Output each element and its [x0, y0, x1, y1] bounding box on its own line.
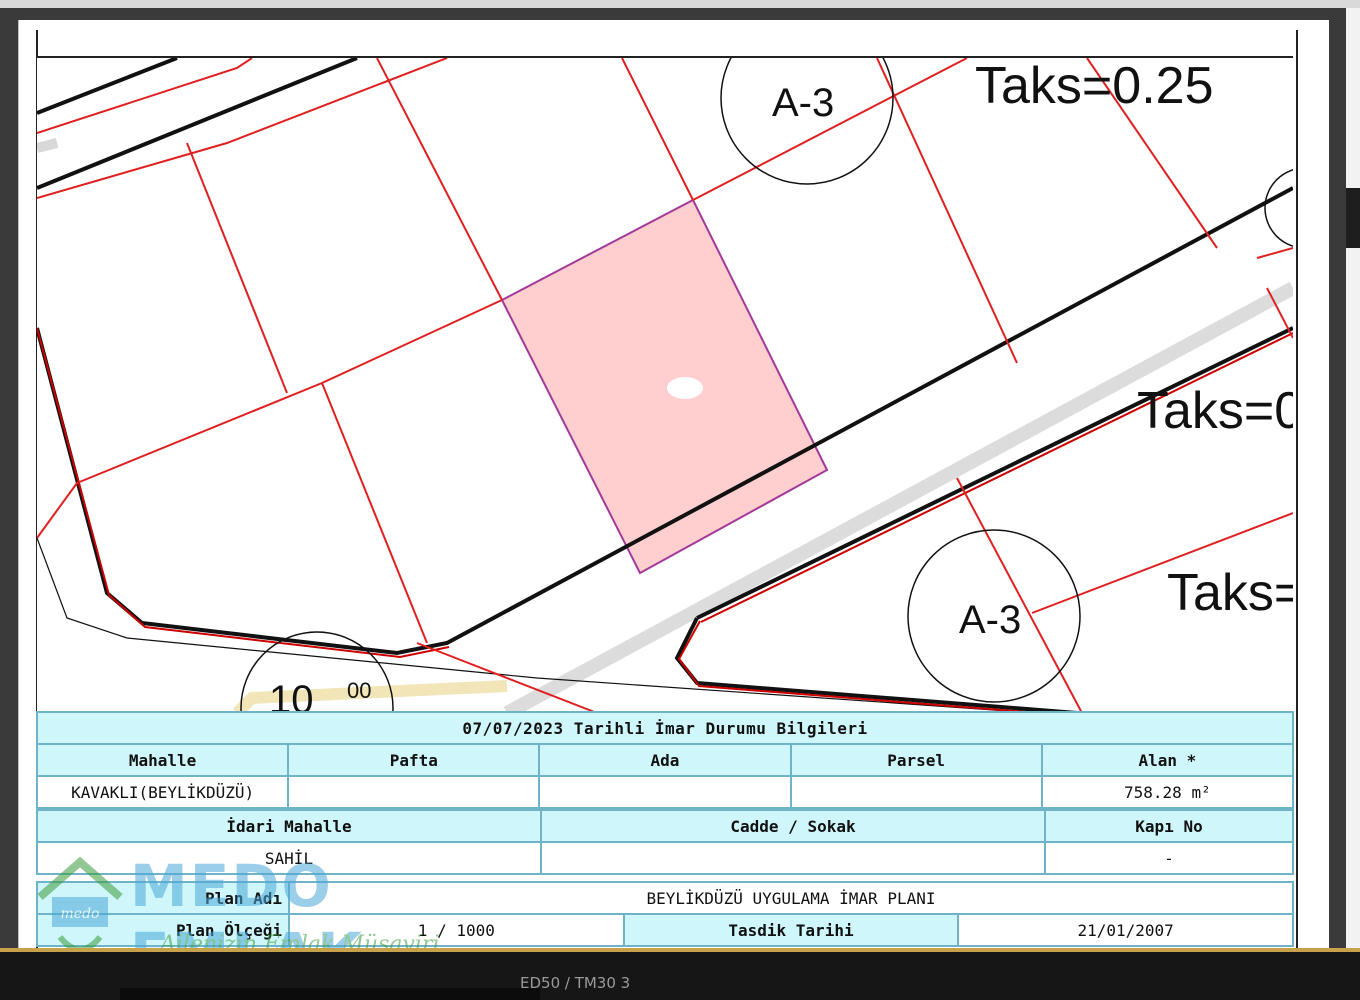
right-panel-selection: [1346, 188, 1360, 248]
header-parsel: Parsel: [789, 743, 1043, 777]
zone-label-a3: A-3: [959, 598, 1021, 642]
label-tasdik-tarihi: Tasdik Tarihi: [622, 913, 960, 947]
road-band-left: [37, 138, 59, 153]
header-kapi-no: Kapı No: [1044, 809, 1294, 843]
info-grid-2: İdari Mahalle Cadde / Sokak Kapı No SAHİ…: [36, 809, 1294, 875]
bottom-status-bar: [0, 948, 1360, 1000]
taks-label: Taks=(: [1167, 564, 1293, 622]
label-plan-olcegi: Plan Ölçeği: [36, 913, 290, 947]
zoning-info-table: 07/07/2023 Tarihli İmar Durumu Bilgileri…: [35, 711, 1295, 947]
info-grid: 07/07/2023 Tarihli İmar Durumu Bilgileri…: [35, 711, 1295, 809]
zone-circle: [1264, 169, 1293, 247]
taks-label: Taks=0.: [1137, 382, 1293, 440]
value-mahalle: KAVAKLI(BEYLİKDÜZÜ): [35, 775, 290, 809]
value-idari-mahalle: SAHİL: [36, 841, 542, 875]
value-plan-olcegi: 1 / 1000: [288, 913, 625, 947]
thin-boundary: [37, 537, 1038, 713]
header-idari-mahalle: İdari Mahalle: [36, 809, 542, 843]
road-width-label: 10: [269, 678, 314, 713]
parcel-marker: [667, 377, 703, 399]
header-pafta: Pafta: [287, 743, 541, 777]
value-cadde-sokak: [540, 841, 1046, 875]
highlighted-parcel[interactable]: [500, 198, 829, 575]
value-kapi-no: -: [1044, 841, 1294, 875]
header-alan: Alan *: [1040, 743, 1295, 777]
value-plan-adi: BEYLİKDÜZÜ UYGULAMA İMAR PLANI: [288, 881, 1294, 915]
value-ada: [538, 775, 792, 809]
header-mahalle: Mahalle: [35, 743, 290, 777]
value-parsel: [789, 775, 1043, 809]
block-boundary-red: [37, 327, 450, 659]
road-width-sup: 00: [347, 678, 371, 703]
taks-label: Taks=0.25: [975, 58, 1214, 115]
label-plan-adi: Plan Adı: [36, 881, 290, 915]
top-toolbar: [0, 0, 1360, 8]
block-boundary: [37, 58, 178, 115]
zoning-map[interactable]: A-3 A-3 Taks=0.25 Taks=0. Taks=( 10 00: [37, 56, 1293, 713]
value-pafta: [287, 775, 541, 809]
map-svg: A-3 A-3 Taks=0.25 Taks=0. Taks=( 10 00: [37, 58, 1293, 713]
plan-grid: Plan Adı BEYLİKDÜZÜ UYGULAMA İMAR PLANI …: [36, 881, 1294, 947]
right-panel-strip: [1346, 8, 1360, 948]
header-ada: Ada: [538, 743, 792, 777]
value-tasdik-tarihi: 21/01/2007: [957, 913, 1294, 947]
info-title: 07/07/2023 Tarihli İmar Durumu Bilgileri: [36, 711, 1294, 745]
crs-readout[interactable]: ED50 / TM30 3: [520, 974, 630, 992]
bottom-dark-segment: [120, 988, 540, 1000]
header-cadde-sokak: Cadde / Sokak: [540, 809, 1046, 843]
bottom-accent-strip: [0, 948, 1360, 952]
value-alan: 758.28 m²: [1040, 775, 1295, 809]
zone-label-a3: A-3: [772, 81, 834, 125]
